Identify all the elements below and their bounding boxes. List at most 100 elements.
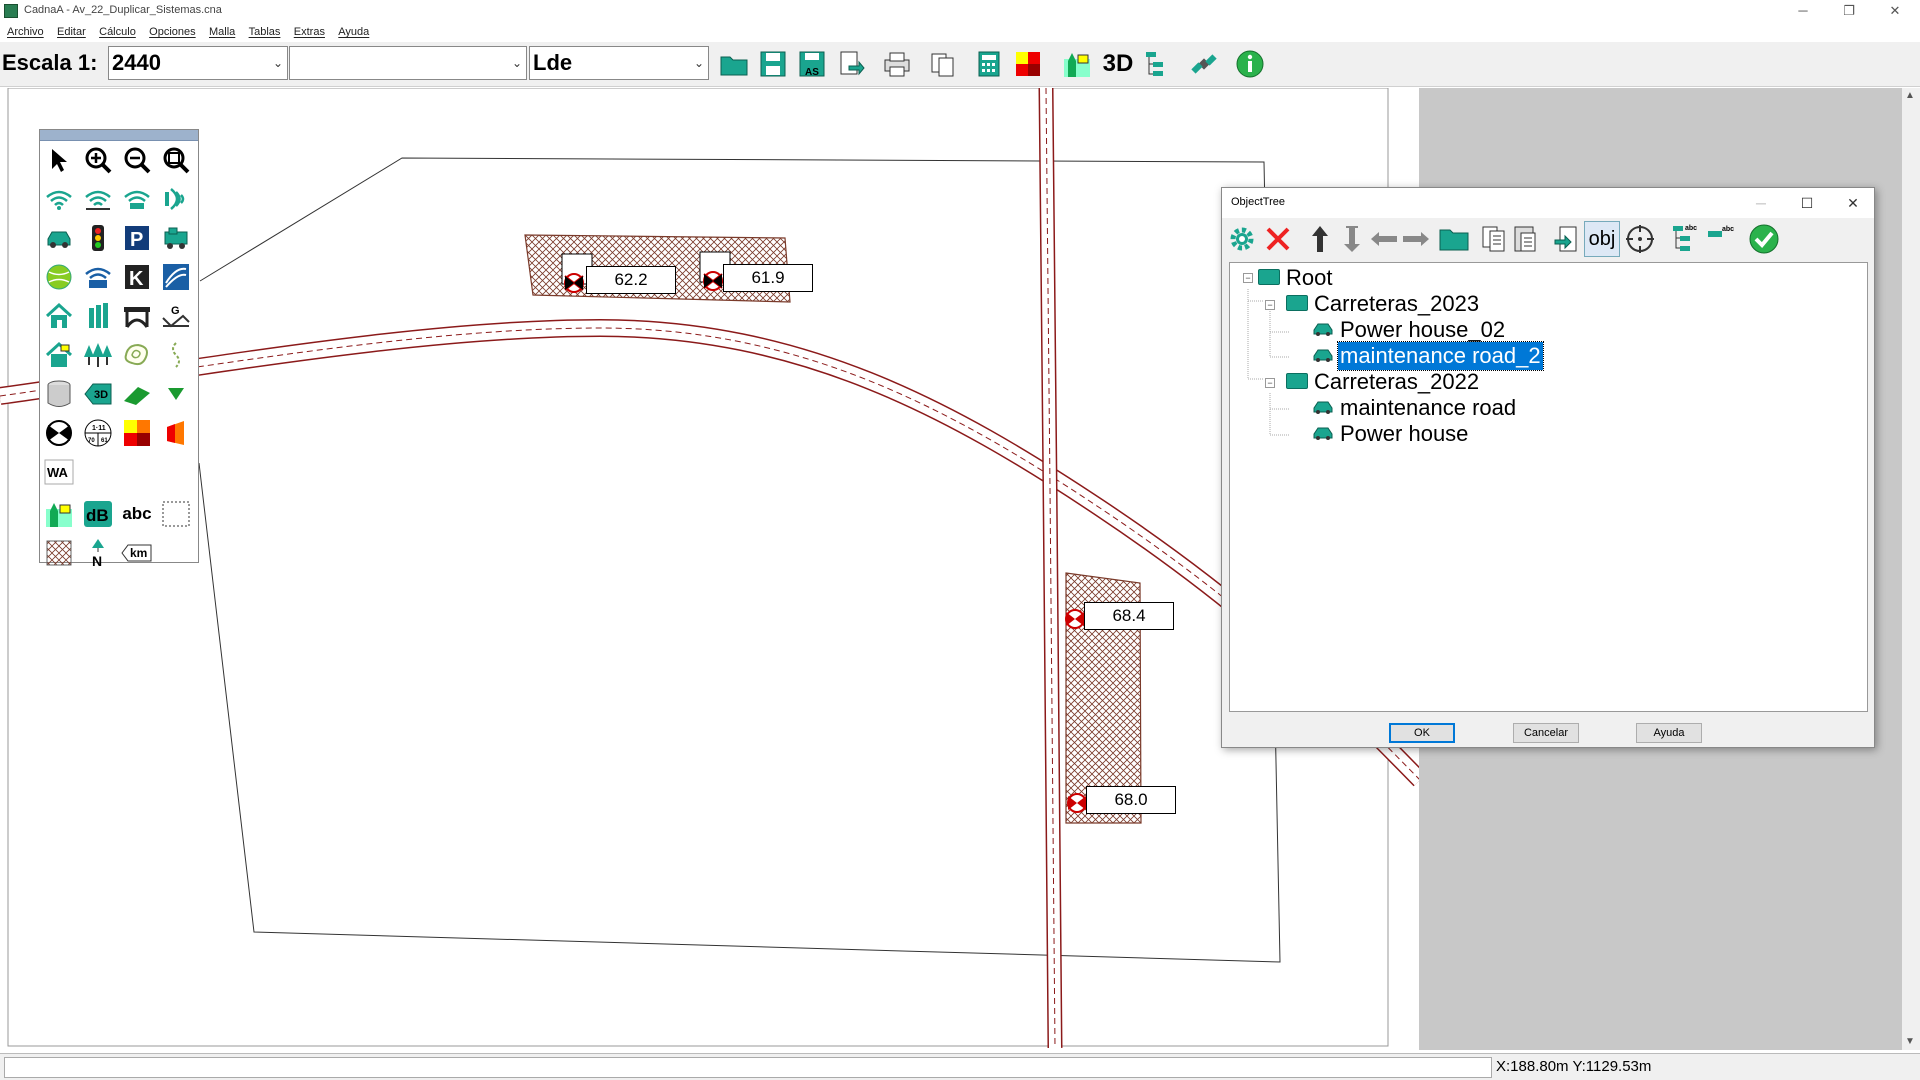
- move-down-button[interactable]: [1334, 221, 1370, 257]
- menu-opciones[interactable]: Opciones: [149, 22, 195, 42]
- paste-node-button[interactable]: [1508, 221, 1544, 257]
- palette-header[interactable]: [40, 130, 198, 141]
- noise-map-tool[interactable]: [159, 260, 193, 294]
- grid-tool[interactable]: [120, 416, 154, 450]
- terrain-3d-tool[interactable]: [42, 497, 76, 531]
- tree-label-button[interactable]: abc: [1668, 221, 1704, 257]
- expand-group1[interactable]: −: [1265, 300, 1275, 310]
- menu-extras[interactable]: Extras: [294, 22, 325, 42]
- obj-toggle-button[interactable]: obj: [1584, 221, 1620, 257]
- scroll-down-icon[interactable]: ▼: [1905, 1036, 1915, 1047]
- cancel-button[interactable]: Cancelar: [1513, 723, 1579, 743]
- menu-calculo[interactable]: Cálculo: [99, 22, 136, 42]
- wa-tool[interactable]: WA: [42, 455, 76, 489]
- satellite-button[interactable]: [1187, 47, 1221, 81]
- ok-button[interactable]: OK: [1389, 723, 1455, 743]
- move-up-button[interactable]: [1302, 221, 1338, 257]
- point-source-tool[interactable]: [42, 182, 76, 216]
- menu-malla[interactable]: Malla: [209, 22, 235, 42]
- hatch-area-tool[interactable]: [42, 536, 76, 570]
- calculate-button[interactable]: [972, 47, 1006, 81]
- view-3d-button[interactable]: 3D: [1098, 47, 1138, 81]
- line-source-tool[interactable]: [81, 182, 115, 216]
- help-button[interactable]: Ayuda: [1636, 723, 1702, 743]
- copy-button[interactable]: [926, 47, 960, 81]
- zoom-window-tool[interactable]: [159, 143, 193, 177]
- tree-node-power-house-02[interactable]: Power house_02: [1312, 316, 1507, 344]
- embankment-tool[interactable]: [120, 377, 154, 411]
- scale-combo[interactable]: 2440 ⌄: [108, 46, 288, 80]
- settings-button[interactable]: [1224, 221, 1260, 257]
- railway-tool[interactable]: [159, 221, 193, 255]
- view-3d-terrain-button[interactable]: [1060, 47, 1094, 81]
- receiver-tool[interactable]: [42, 416, 76, 450]
- vegetation-tool[interactable]: [81, 338, 115, 372]
- save-button[interactable]: [756, 47, 790, 81]
- industrial-tool[interactable]: [81, 260, 115, 294]
- k-tool[interactable]: K: [120, 260, 154, 294]
- save-as-button[interactable]: AS: [795, 47, 829, 81]
- tree-node-maintenance-road-2[interactable]: maintenance road_2: [1312, 341, 1544, 371]
- dialog-minimize-button[interactable]: ─: [1738, 188, 1784, 218]
- restore-button[interactable]: ❐: [1826, 0, 1872, 22]
- vertical-area-source-tool[interactable]: [159, 182, 193, 216]
- export-button[interactable]: [834, 47, 868, 81]
- elevation-point-tool[interactable]: [159, 377, 193, 411]
- menu-tablas[interactable]: Tablas: [249, 22, 281, 42]
- zoom-in-tool[interactable]: [81, 143, 115, 177]
- text-tool[interactable]: abc: [120, 497, 154, 531]
- facade-grid-tool[interactable]: [159, 416, 193, 450]
- open-file-button[interactable]: [717, 47, 751, 81]
- delete-button[interactable]: [1260, 221, 1296, 257]
- area-source-tool[interactable]: [120, 182, 154, 216]
- object-tree-view[interactable]: − Root − Carreteras_2023 Power house_02 …: [1229, 262, 1868, 712]
- expand-root[interactable]: −: [1243, 273, 1253, 283]
- map-canvas[interactable]: 62.2 61.9 68.4 68.0: [0, 87, 1427, 1049]
- info-button[interactable]: [1233, 47, 1267, 81]
- move-left-button[interactable]: [1366, 221, 1402, 257]
- scale-bar-tool[interactable]: km: [120, 536, 154, 570]
- copy-node-button[interactable]: [1476, 221, 1512, 257]
- road-tool[interactable]: [42, 221, 76, 255]
- object-tree-button[interactable]: [1141, 47, 1175, 81]
- grid-map-button[interactable]: [1011, 47, 1045, 81]
- building-tool[interactable]: [42, 299, 76, 333]
- north-arrow-tool[interactable]: N: [81, 536, 115, 570]
- close-button[interactable]: ✕: [1872, 0, 1918, 22]
- pointer-tool[interactable]: [42, 143, 76, 177]
- dialog-maximize-button[interactable]: ☐: [1784, 188, 1830, 218]
- parking-tool[interactable]: P: [120, 221, 154, 255]
- bridge-tool[interactable]: [120, 299, 154, 333]
- layer-combo[interactable]: ⌄: [289, 46, 527, 80]
- target-button[interactable]: [1622, 221, 1658, 257]
- new-folder-button[interactable]: [1436, 221, 1472, 257]
- print-button[interactable]: [880, 47, 914, 81]
- traffic-light-tool[interactable]: [81, 221, 115, 255]
- dialog-close-button[interactable]: ✕: [1830, 188, 1876, 218]
- dialog-title-bar[interactable]: ObjectTree ─ ☐ ✕: [1222, 188, 1874, 218]
- tree-node-root[interactable]: Root: [1258, 264, 1334, 292]
- zoom-out-tool[interactable]: [120, 143, 154, 177]
- building-evaluation-tool[interactable]: [42, 338, 76, 372]
- scroll-up-icon[interactable]: ▲: [1905, 90, 1915, 101]
- tree-node-power-house[interactable]: Power house: [1312, 420, 1470, 448]
- variable-combo[interactable]: Lde ⌄: [529, 46, 709, 80]
- db-tool[interactable]: dB: [81, 497, 115, 531]
- tree-node-maintenance-road[interactable]: maintenance road: [1312, 394, 1518, 422]
- section-tool[interactable]: [159, 497, 193, 531]
- height-line-tool[interactable]: [159, 338, 193, 372]
- import-button[interactable]: [1548, 221, 1584, 257]
- apply-button[interactable]: [1746, 221, 1782, 257]
- tree-node-carreteras-2022[interactable]: Carreteras_2022: [1286, 368, 1481, 396]
- contour-tool[interactable]: [120, 338, 154, 372]
- move-right-button[interactable]: [1398, 221, 1434, 257]
- barrier-tool[interactable]: [81, 299, 115, 333]
- vertical-scrollbar[interactable]: ▲ ▼: [1902, 88, 1920, 1050]
- expand-group2[interactable]: −: [1265, 378, 1275, 388]
- ground-tool[interactable]: G: [159, 299, 193, 333]
- 3d-reflector-tool[interactable]: 3D: [81, 377, 115, 411]
- menu-ayuda[interactable]: Ayuda: [338, 22, 369, 42]
- menu-editar[interactable]: Editar: [57, 22, 86, 42]
- sports-tool[interactable]: [42, 260, 76, 294]
- tree-label-alt-button[interactable]: abc: [1704, 221, 1740, 257]
